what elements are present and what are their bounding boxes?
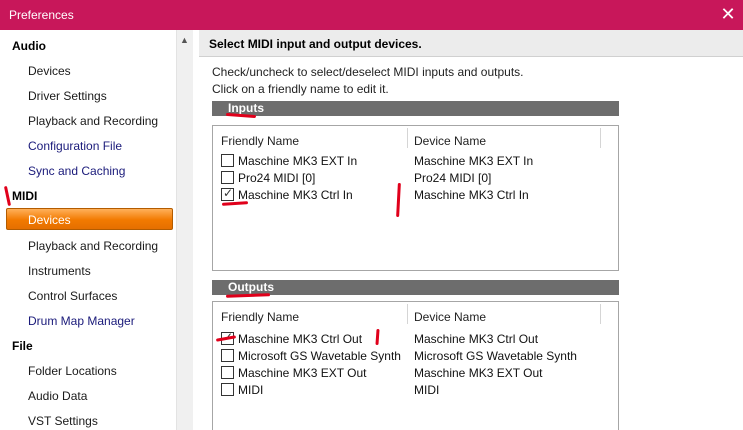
instruction-text: Click on a friendly name to edit it. <box>212 82 389 96</box>
input-checkbox[interactable] <box>221 154 234 167</box>
outputs-device-list: Friendly Name Device Name Maschine MK3 C… <box>212 301 619 430</box>
output-device-name: Microsoft GS Wavetable Synth <box>414 349 577 363</box>
sidebar-item-audio-playback-recording[interactable]: Playback and Recording <box>28 114 158 128</box>
sidebar-section-midi[interactable]: MIDI <box>12 189 37 203</box>
window-title: Preferences <box>9 8 74 22</box>
main-panel: Select MIDI input and output devices. Ch… <box>199 30 743 430</box>
sidebar-item-control-surfaces[interactable]: Control Surfaces <box>28 289 117 303</box>
sidebar-scrollbar[interactable]: ▲ <box>176 30 193 430</box>
sidebar-item-instruments[interactable]: Instruments <box>28 264 91 278</box>
sidebar-section-audio[interactable]: Audio <box>12 39 46 53</box>
column-header-friendly-name[interactable]: Friendly Name <box>221 310 299 324</box>
input-device-name: Maschine MK3 Ctrl In <box>414 188 529 202</box>
column-divider[interactable] <box>600 128 601 148</box>
column-divider[interactable] <box>407 304 408 324</box>
input-device-name: Maschine MK3 EXT In <box>414 154 534 168</box>
scroll-up-icon[interactable]: ▲ <box>180 35 189 45</box>
inputs-device-list: Friendly Name Device Name Maschine MK3 E… <box>212 125 619 271</box>
title-bar: Preferences ✕ <box>0 0 743 30</box>
sidebar-item-driver-settings[interactable]: Driver Settings <box>28 89 107 103</box>
sidebar-item-audio-devices[interactable]: Devices <box>28 64 71 78</box>
column-header-friendly-name[interactable]: Friendly Name <box>221 134 299 148</box>
output-friendly-name[interactable]: Maschine MK3 EXT Out <box>238 366 367 380</box>
column-header-device-name[interactable]: Device Name <box>414 310 486 324</box>
sidebar-item-configuration-file[interactable]: Configuration File <box>28 139 122 153</box>
output-device-name: Maschine MK3 EXT Out <box>414 366 543 380</box>
sidebar-item-midi-devices[interactable]: Devices <box>6 208 173 230</box>
input-friendly-name[interactable]: Maschine MK3 Ctrl In <box>238 188 353 202</box>
sidebar-item-folder-locations[interactable]: Folder Locations <box>28 364 117 378</box>
output-device-name: Maschine MK3 Ctrl Out <box>414 332 539 346</box>
output-device-name: MIDI <box>414 383 440 397</box>
close-icon[interactable]: ✕ <box>713 0 743 30</box>
sidebar-item-audio-data[interactable]: Audio Data <box>28 389 87 403</box>
sidebar-item-sync-caching[interactable]: Sync and Caching <box>28 164 125 178</box>
output-checkbox[interactable] <box>221 383 234 396</box>
column-header-device-name[interactable]: Device Name <box>414 134 486 148</box>
panel-title: Select MIDI input and output devices. <box>209 37 422 51</box>
input-checkbox[interactable] <box>221 171 234 184</box>
sidebar-item-drum-map-manager[interactable]: Drum Map Manager <box>28 314 135 328</box>
instruction-text: Check/uncheck to select/deselect MIDI in… <box>212 65 524 79</box>
input-device-name: Pro24 MIDI [0] <box>414 171 492 185</box>
input-friendly-name[interactable]: Pro24 MIDI [0] <box>238 171 315 185</box>
outputs-section-header: Outputs <box>212 280 619 295</box>
output-friendly-name[interactable]: Maschine MK3 Ctrl Out <box>238 332 362 346</box>
output-friendly-name[interactable]: MIDI <box>238 383 263 397</box>
input-friendly-name[interactable]: Maschine MK3 EXT In <box>238 154 357 168</box>
preferences-sidebar: Audio Devices Driver Settings Playback a… <box>0 30 193 430</box>
column-divider[interactable] <box>407 128 408 148</box>
output-friendly-name[interactable]: Microsoft GS Wavetable Synth <box>238 349 401 363</box>
sidebar-item-vst-settings[interactable]: VST Settings <box>28 414 98 428</box>
sidebar-item-label: Devices <box>28 213 71 227</box>
input-checkbox-checked[interactable] <box>221 186 234 201</box>
sidebar-item-midi-playback-recording[interactable]: Playback and Recording <box>28 239 158 253</box>
output-checkbox[interactable] <box>221 366 234 379</box>
column-divider[interactable] <box>600 304 601 324</box>
sidebar-section-file[interactable]: File <box>12 339 33 353</box>
outputs-section-title: Outputs <box>228 280 274 294</box>
inputs-section-header: Inputs <box>212 101 619 116</box>
output-checkbox[interactable] <box>221 349 234 362</box>
panel-header: Select MIDI input and output devices. <box>199 30 743 57</box>
